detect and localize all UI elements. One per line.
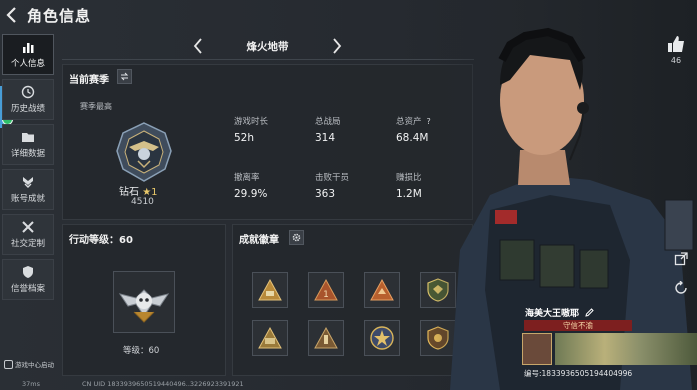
badge-slot[interactable] (364, 272, 400, 308)
sidebar-item-label: 账号成就 (10, 194, 45, 204)
badge-triangle-red-icon: 1 (314, 278, 338, 301)
badge-slot[interactable]: 1 (308, 272, 344, 308)
share-icon[interactable] (674, 252, 688, 266)
player-name-text: 海美大王嗷耶 (525, 309, 580, 319)
sidebar: 个人信息 历史战绩 详细数据 账号成就 社交定制 信誉档案 (2, 34, 54, 304)
stat-value: 68.4M (396, 132, 429, 144)
panel-title: 当前赛季 (69, 75, 109, 86)
sidebar-item-label: 社交定制 (10, 239, 45, 249)
season-selector: 烽火地带 (190, 36, 345, 56)
stat-play-time: 游戏时长 52h (234, 115, 268, 144)
stat-value: 1.2M (396, 188, 422, 200)
next-season-icon[interactable] (331, 37, 343, 55)
edit-pencil-icon[interactable] (585, 308, 594, 317)
sidebar-item-label: 个人信息 (10, 59, 45, 69)
sidebar-item-profile[interactable]: 个人信息 (2, 34, 54, 75)
stat-profit-loss: 赚损比 1.2M (396, 171, 422, 200)
badge-settings-button[interactable] (289, 230, 304, 245)
stat-key: 击败干员 (315, 173, 350, 183)
badge-slot[interactable] (252, 320, 288, 356)
stat-key: 总战局 (315, 117, 341, 127)
level-caption: 等级：60 (123, 346, 160, 356)
badge-star-gold-icon (370, 326, 394, 350)
history-icon (21, 85, 35, 99)
switch-season-button[interactable] (117, 69, 132, 84)
player-title-badge: 守信不渝 (524, 320, 632, 331)
stat-key: 总资产 (396, 117, 422, 127)
season-peak-label: 赛季最高 (80, 102, 112, 111)
player-name: 海美大王嗷耶 (525, 306, 594, 319)
sidebar-item-label: 信誉档案 (10, 284, 45, 294)
back-arrow-icon[interactable] (5, 6, 19, 24)
badge-triangle-brown-icon (314, 326, 338, 349)
avatar[interactable] (522, 333, 552, 365)
sidebar-item-social[interactable]: 社交定制 (2, 214, 54, 255)
badge-slot[interactable] (364, 320, 400, 356)
stat-key: 赚损比 (396, 173, 422, 183)
stat-value: 363 (315, 188, 336, 200)
divider (62, 59, 474, 60)
action-level-panel: 行动等级：60 等级：60 (62, 224, 226, 376)
latency-text: 37ms (22, 380, 40, 388)
stat-total-matches: 总战局 314 (315, 115, 341, 144)
sidebar-item-history[interactable]: 历史战绩 (2, 79, 54, 120)
stat-value: 314 (315, 132, 336, 144)
badge-triangle-gold-2-icon (258, 326, 282, 349)
tools-icon (22, 221, 34, 233)
panel-title: 行动等级：60 (69, 235, 133, 246)
gear-icon (292, 233, 301, 242)
badge-slot[interactable] (252, 272, 288, 308)
skull-wings-emblem-icon (118, 289, 170, 323)
svg-text:1: 1 (323, 290, 329, 300)
sidebar-item-achievements[interactable]: 账号成就 (2, 169, 54, 210)
stat-extraction-rate: 撤离率 29.9% (234, 171, 267, 200)
player-id: 编号:1833936505194404996 (524, 369, 633, 378)
player-nameplate: 海美大王嗷耶 守信不渝 编号:1833936505194404996 (520, 303, 697, 378)
like-count: 46 (670, 56, 682, 65)
sidebar-item-label: 详细数据 (10, 149, 45, 159)
sidebar-item-label: 历史战绩 (10, 104, 45, 114)
diamond-rank-emblem-icon (116, 122, 172, 182)
like-thumb-icon[interactable] (666, 34, 686, 54)
refresh-icon[interactable] (674, 281, 688, 295)
folder-icon (22, 133, 34, 142)
stat-kills: 击败干员 363 (315, 171, 349, 200)
stat-value: 29.9% (234, 188, 268, 200)
medal-icon (23, 177, 33, 188)
badge-triangle-gold-icon (258, 278, 282, 301)
stat-key: 游戏时长 (234, 117, 269, 127)
current-season-panel: 当前赛季 赛季最高 钻石 ★1 4510 游戏时长 52h 总战局 314 总资… (62, 64, 473, 220)
level-emblem (113, 271, 175, 333)
season-name: 烽火地带 (246, 41, 289, 53)
rank-name: 钻石 ★1 (119, 183, 158, 198)
stat-total-assets: 总资产? 68.4M (396, 115, 431, 144)
badge-triangle-orange-icon (370, 278, 394, 301)
rank-score: 4510 (131, 197, 154, 207)
swap-icon (120, 72, 129, 81)
sidebar-item-details[interactable]: 详细数据 (2, 124, 54, 165)
profile-banner (555, 333, 697, 365)
uid-text: CN UID 1833939650519440496..322692339192… (82, 380, 244, 388)
sidebar-item-credit[interactable]: 信誉档案 (2, 259, 54, 300)
badge-slot[interactable] (308, 320, 344, 356)
stat-value: 52h (234, 132, 255, 144)
game-center-icon (4, 359, 13, 369)
footer: 37ms CN UID 1833939650519440496..3226923… (0, 380, 697, 390)
bar-chart-icon (23, 43, 34, 53)
stat-key: 撤离率 (234, 173, 260, 183)
panel-title: 成就徽章 (239, 235, 279, 246)
page-title: 角色信息 (27, 7, 92, 25)
shield-icon (23, 266, 33, 278)
game-center-label: 游戏中心启动 (15, 361, 54, 369)
game-center-launch[interactable]: 游戏中心启动 (4, 358, 56, 370)
